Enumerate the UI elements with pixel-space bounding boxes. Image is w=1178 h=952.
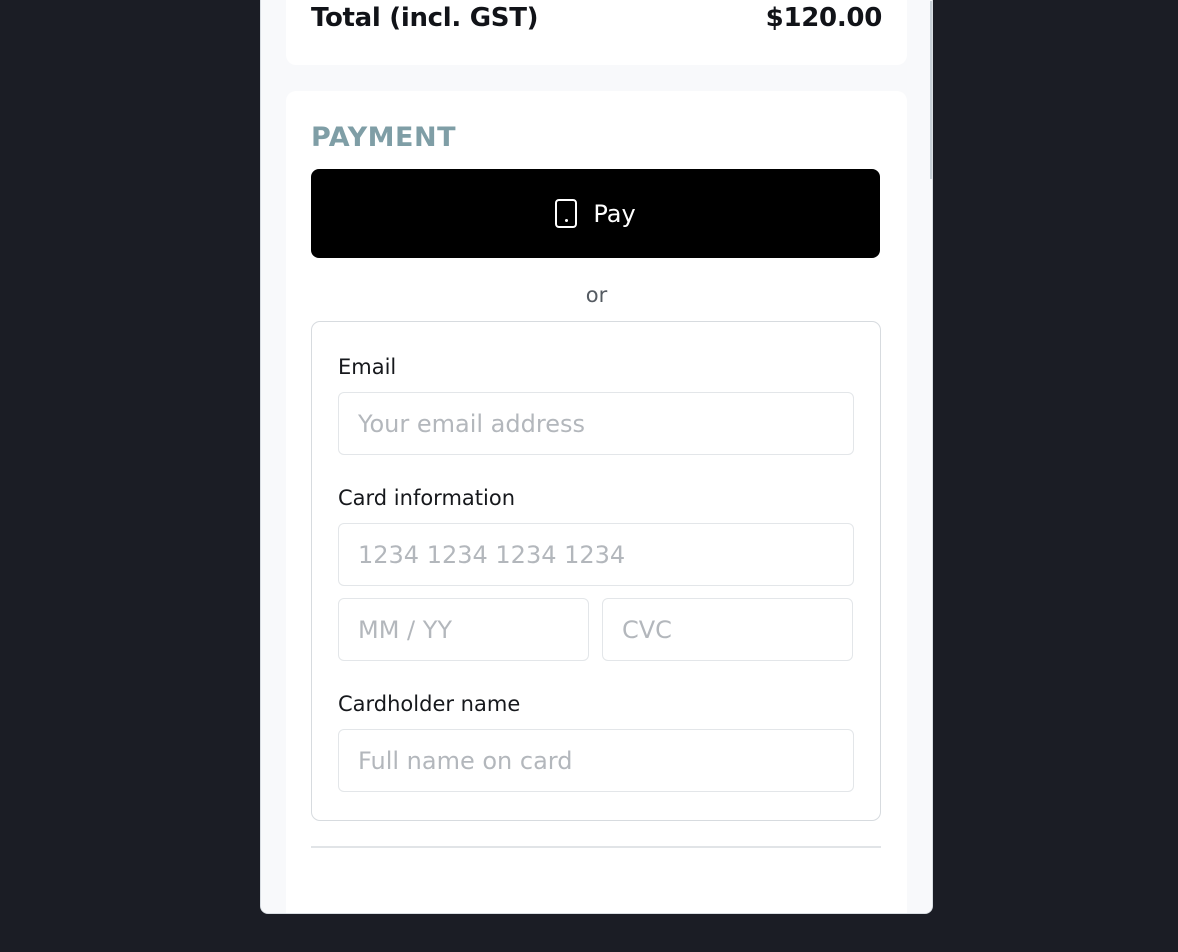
card-payment-form: Email Card information Cardholder name [311, 321, 881, 821]
total-value: $120.00 [765, 3, 883, 33]
scrollbar[interactable] [930, 1, 932, 179]
card-information-label: Card information [338, 486, 516, 510]
payment-section-title: PAYMENT [311, 122, 456, 153]
card-expiry-cvc-row [338, 598, 854, 661]
wallet-pay-button[interactable]: Pay [311, 169, 880, 258]
pay-button-label: Pay [593, 199, 636, 228]
payment-card: PAYMENT Pay or Email Card information Ca… [286, 91, 907, 913]
total-row: Total (incl. GST) $120.00 [311, 1, 882, 35]
section-divider [311, 846, 881, 848]
total-label: Total (incl. GST) [311, 3, 539, 33]
checkout-panel: Total (incl. GST) $120.00 PAYMENT Pay or… [260, 0, 933, 914]
phone-icon [555, 199, 578, 228]
card-expiry-input[interactable] [338, 598, 589, 661]
cardholder-name-label: Cardholder name [338, 692, 521, 716]
card-cvc-input[interactable] [602, 598, 853, 661]
email-input[interactable] [338, 392, 854, 455]
cardholder-name-input[interactable] [338, 729, 854, 792]
card-number-input[interactable] [338, 523, 854, 586]
order-summary-card: Total (incl. GST) $120.00 [286, 0, 907, 65]
email-label: Email [338, 355, 397, 379]
checkout-content: Total (incl. GST) $120.00 PAYMENT Pay or… [261, 0, 932, 913]
or-separator: or [585, 283, 608, 307]
